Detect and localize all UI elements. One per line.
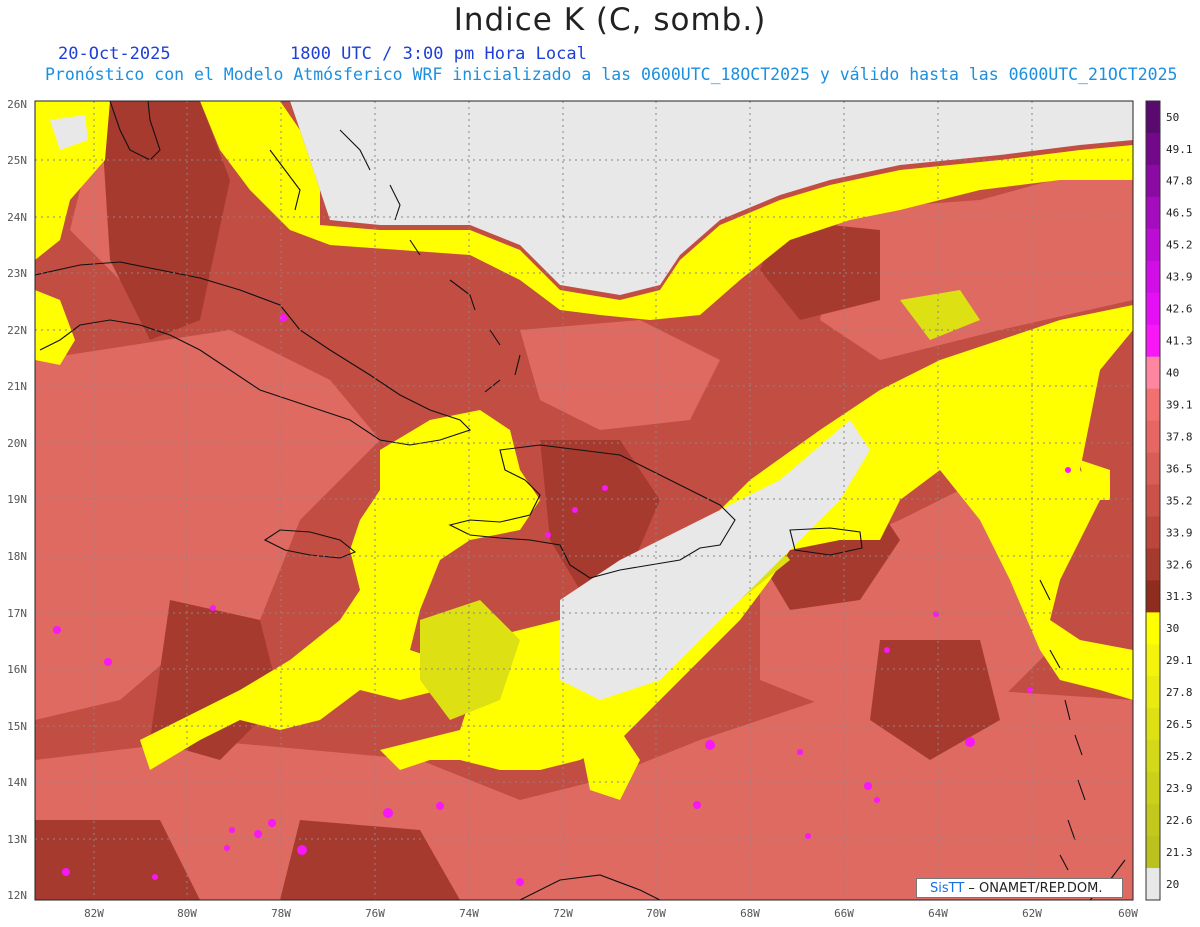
credit-org: – ONAMET/REP.DOM. [964, 881, 1103, 896]
lat-label: 23N [7, 267, 27, 280]
map-figure: 26N 25N 24N 23N 22N 21N 20N 19N 18N 17N … [7, 98, 1193, 920]
colorbar-swatch [1146, 612, 1160, 645]
colorbar-label: 20 [1166, 878, 1179, 891]
k-index-field [35, 101, 1133, 900]
lat-label: 21N [7, 380, 27, 393]
forecast-date: 20-Oct-2025 [58, 44, 171, 64]
colorbar-label: 45.2 [1166, 239, 1193, 252]
colorbar-label: 35.2 [1166, 494, 1193, 507]
lat-label: 17N [7, 607, 27, 620]
colorbar-label: 49.1 [1166, 143, 1193, 156]
credit-box: SisTT – ONAMET/REP.DOM. [916, 878, 1123, 898]
colorbar-label: 32.6 [1166, 558, 1193, 571]
colorbar-swatch [1146, 132, 1160, 166]
lat-label: 20N [7, 437, 27, 450]
colorbar-label: 21.3 [1166, 846, 1193, 859]
colorbar-label: 23.9 [1166, 782, 1193, 795]
lat-labels: 26N 25N 24N 23N 22N 21N 20N 19N 18N 17N … [7, 98, 27, 902]
colorbar-label: 30 [1166, 622, 1179, 635]
colorbar-swatch [1146, 708, 1160, 741]
lon-label: 66W [834, 907, 854, 920]
colorbar-label: 39.1 [1166, 398, 1193, 411]
lat-label: 25N [7, 154, 27, 167]
lat-label: 12N [7, 889, 27, 902]
colorbar-label: 41.3 [1166, 335, 1193, 348]
lat-label: 24N [7, 211, 27, 224]
colorbar-label: 36.5 [1166, 462, 1193, 475]
colorbar-label: 47.8 [1166, 175, 1193, 188]
colorbar-label: 26.5 [1166, 718, 1193, 731]
lat-label: 19N [7, 493, 27, 506]
colorbar-label: 25.2 [1166, 750, 1193, 763]
lon-label: 72W [553, 907, 573, 920]
colorbar-swatch [1146, 388, 1160, 422]
lon-labels: 82W 80W 78W 76W 74W 72W 70W 68W 66W 64W … [84, 907, 1138, 920]
lon-label: 64W [928, 907, 948, 920]
lon-label: 76W [365, 907, 385, 920]
lon-label: 60W [1118, 907, 1138, 920]
colorbar-swatch [1146, 676, 1160, 709]
colorbar-swatch [1146, 804, 1160, 837]
lon-label: 68W [740, 907, 760, 920]
colorbar-label: 46.5 [1166, 207, 1193, 220]
lat-label: 15N [7, 720, 27, 733]
lon-label: 78W [271, 907, 291, 920]
colorbar-swatch [1146, 292, 1160, 326]
colorbar-swatch [1146, 580, 1160, 613]
colorbar-label: 50 [1166, 111, 1179, 124]
colorbar-swatch [1146, 868, 1160, 901]
colorbar-label: 33.9 [1166, 526, 1193, 539]
colorbar-label: 40 [1166, 366, 1179, 379]
colorbar-swatch [1146, 420, 1160, 454]
colorbar-label: 27.8 [1166, 686, 1193, 699]
colorbar-label: 43.9 [1166, 271, 1193, 284]
forecast-subtitle: Pronóstico con el Modelo Atmósferico WRF… [45, 65, 1178, 84]
map-title: Indice K (C, somb.) [453, 2, 767, 38]
colorbar-swatch [1146, 164, 1160, 198]
lon-label: 62W [1022, 907, 1042, 920]
colorbar: 50 49.1 47.8 46.5 45.2 43.9 42.6 41.3 40 39.1 37.8… [1145, 100, 1193, 901]
credit-brand: SisTT [930, 881, 965, 896]
colorbar-swatch [1146, 324, 1160, 358]
forecast-time: 1800 UTC / 3:00 pm Hora Local [290, 44, 587, 64]
colorbar-swatch [1146, 484, 1160, 517]
colorbar-swatch [1146, 101, 1160, 134]
colorbar-swatch [1146, 228, 1160, 262]
colorbar-swatch [1146, 356, 1160, 390]
lat-label: 18N [7, 550, 27, 563]
lon-label: 82W [84, 907, 104, 920]
colorbar-label: 22.6 [1166, 814, 1193, 827]
colorbar-swatch [1146, 452, 1160, 486]
lon-label: 74W [459, 907, 479, 920]
colorbar-swatch [1146, 260, 1160, 294]
colorbar-swatch [1146, 644, 1160, 677]
lon-label: 70W [646, 907, 666, 920]
lat-label: 13N [7, 833, 27, 846]
colorbar-swatch [1146, 772, 1160, 805]
colorbar-swatch [1146, 196, 1160, 230]
colorbar-label: 42.6 [1166, 303, 1193, 316]
colorbar-label: 37.8 [1166, 430, 1193, 443]
lat-label: 26N [7, 98, 27, 111]
colorbar-swatch [1146, 836, 1160, 869]
colorbar-label: 31.3 [1166, 590, 1193, 603]
lat-label: 14N [7, 776, 27, 789]
colorbar-swatch [1146, 548, 1160, 581]
lat-label: 22N [7, 324, 27, 337]
colorbar-swatch [1146, 740, 1160, 773]
colorbar-label: 29.1 [1166, 654, 1193, 667]
colorbar-swatch [1146, 516, 1160, 549]
lat-label: 16N [7, 663, 27, 676]
lon-label: 80W [177, 907, 197, 920]
